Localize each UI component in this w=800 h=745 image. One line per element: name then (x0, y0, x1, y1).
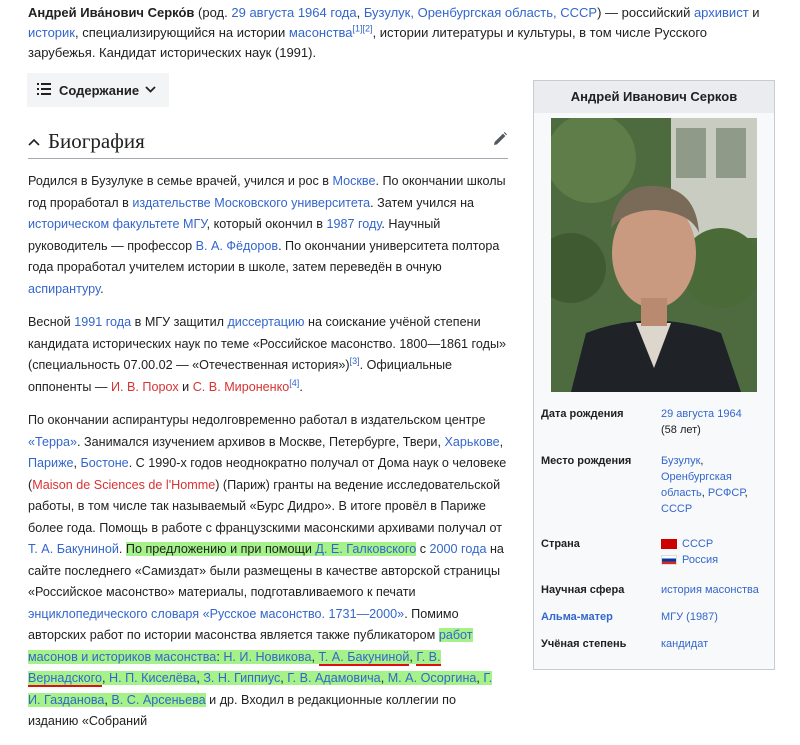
ref-4[interactable]: [4] (289, 377, 299, 387)
link-field[interactable]: история масонства (661, 584, 759, 596)
ref-1-2[interactable]: [1][2] (353, 24, 373, 34)
link-adamovich[interactable]: Г. В. Адамовича (287, 671, 380, 685)
portrait-photo[interactable] (551, 118, 757, 392)
link-fedorov[interactable]: В. А. Фёдоров (196, 239, 278, 253)
pencil-icon[interactable] (492, 131, 508, 150)
link-paris[interactable]: Париже (28, 456, 74, 470)
ref-3[interactable]: [3] (350, 356, 360, 366)
link-birth-place[interactable]: Бузулук, Оренбургская область, СССР (364, 5, 597, 20)
paragraph: По окончании аспирантуры недолговременно… (28, 413, 507, 728)
link-kharkov[interactable]: Харькове (444, 435, 499, 449)
link-historian[interactable]: историк (28, 25, 75, 40)
highlight: По предложению и при помощи Д. Е. Галков… (125, 542, 417, 556)
toc-label: Содержание (59, 82, 140, 98)
link-hist-faculty[interactable]: историческом факультете МГУ (28, 217, 207, 231)
link-ussr[interactable]: СССР (661, 503, 692, 515)
infobox-title: Андрей Иванович Серков (534, 81, 774, 113)
link-alma-mater[interactable]: Альма-матер (541, 611, 613, 623)
link-msu[interactable]: МГУ (1987) (661, 611, 718, 623)
link-msh[interactable]: Maison de Sciences de l'Homme (32, 478, 215, 492)
link-masonry[interactable]: масонства (289, 25, 353, 40)
link-aspirantura[interactable]: аспирантуру (28, 282, 100, 296)
link-moscow[interactable]: Москве (332, 174, 375, 188)
link-bakunina[interactable]: Т. А. Бакуниной (28, 542, 119, 556)
link-archivist[interactable]: архивист (694, 5, 749, 20)
collapse-caret-icon[interactable] (28, 133, 42, 149)
link-arsenyeva[interactable]: В. С. Арсеньева (111, 693, 205, 707)
link-mu-press[interactable]: издательстве Московского университета (132, 196, 370, 210)
link-boston[interactable]: Бостоне (81, 456, 129, 470)
paragraph: Весной 1991 года в МГУ защитил диссертац… (28, 315, 506, 394)
infobox-row-degree: Учёная степень кандидат (541, 638, 709, 650)
link-country-ussr[interactable]: СССР (682, 538, 713, 550)
chevron-down-icon (145, 84, 156, 96)
link-novikova[interactable]: Н. И. Новикова (223, 650, 311, 664)
biography-text: Родился в Бузулуке в семье врачей, училс… (28, 171, 508, 745)
link-gippius[interactable]: З. Н. Гиппиус (203, 671, 280, 685)
infobox-row-field: Научная сфера история масонства (541, 584, 759, 596)
infobox: Андрей Иванович Серков Дата рождения 29 … (533, 80, 775, 670)
infobox-row-birth: Дата рождения 29 августа 1964 (58 лет) (541, 408, 742, 436)
infobox-row-alma: Альма-матер МГУ (1987) (541, 609, 769, 625)
link-2000[interactable]: 2000 года (430, 542, 487, 556)
list-icon (37, 82, 51, 98)
link-birth-date[interactable]: 29 августа 1964 года (231, 5, 356, 20)
link-degree[interactable]: кандидат (661, 638, 708, 650)
link-1991[interactable]: 1991 года (74, 315, 131, 329)
link-terra[interactable]: «Терра» (28, 435, 77, 449)
russia-flag-icon (661, 555, 677, 566)
link-osorgin[interactable]: М. А. Осоргина (388, 671, 477, 685)
link-galkovsky[interactable]: Д. Е. Галковского (315, 542, 416, 556)
subject-name: Андрей Ива́нович Серко́в (28, 5, 195, 20)
section-title: Биография (48, 128, 145, 153)
ussr-flag-icon (661, 539, 677, 550)
link-dissertation[interactable]: диссертацию (227, 315, 304, 329)
link-encyclopedia[interactable]: энциклопедического словаря «Русское масо… (28, 607, 404, 621)
link-mironenko[interactable]: С. В. Мироненко (193, 380, 290, 394)
link-porokh[interactable]: И. В. Порох (111, 380, 179, 394)
link-rsfsr[interactable]: РСФСР (708, 487, 745, 499)
link-birth-date-infobox[interactable]: 29 августа 1964 (661, 408, 742, 420)
infobox-row-birthplace: Место рождения Бузулук, Оренбургская обла… (541, 455, 748, 515)
section-heading: Биография (28, 124, 508, 159)
toc-button[interactable]: Содержание (27, 73, 169, 107)
paragraph: Родился в Бузулуке в семье врачей, училс… (28, 174, 506, 296)
infobox-row-country: Страна СССР Россия (541, 538, 719, 566)
article-intro: Андрей Ива́нович Серко́в (род. 29 август… (28, 5, 760, 60)
link-kiseleva[interactable]: Н. П. Киселёва (109, 671, 196, 685)
link-buzuluk[interactable]: Бузулук (661, 455, 700, 467)
link-country-russia[interactable]: Россия (682, 554, 718, 566)
link-1987[interactable]: 1987 году (326, 217, 381, 231)
